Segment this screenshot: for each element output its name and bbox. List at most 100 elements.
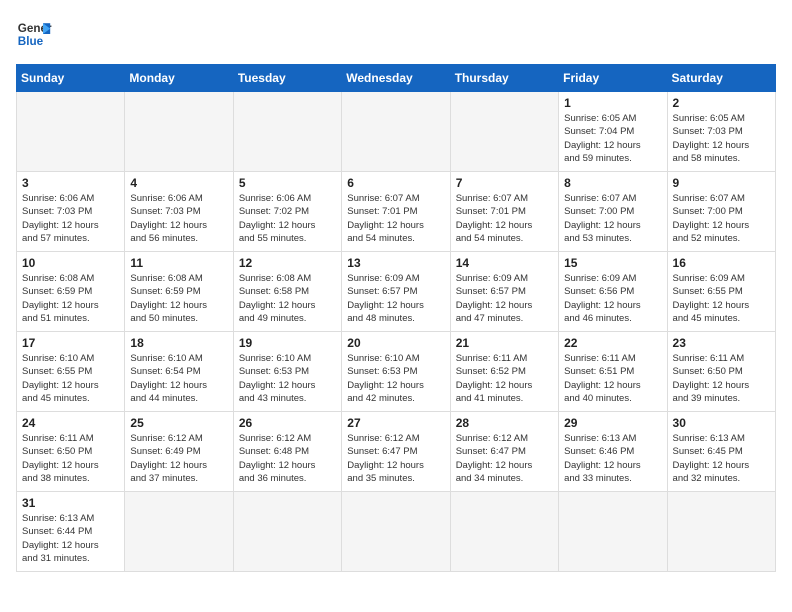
day-info: Sunrise: 6:06 AMSunset: 7:03 PMDaylight:… xyxy=(22,192,119,245)
calendar-cell xyxy=(233,492,341,572)
week-row-2: 3 Sunrise: 6:06 AMSunset: 7:03 PMDaylight… xyxy=(17,172,776,252)
calendar-cell: 14 Sunrise: 6:09 AMSunset: 6:57 PMDayligh… xyxy=(450,252,558,332)
day-number: 11 xyxy=(130,256,227,270)
calendar-cell: 3 Sunrise: 6:06 AMSunset: 7:03 PMDaylight… xyxy=(17,172,125,252)
day-number: 15 xyxy=(564,256,661,270)
day-number: 5 xyxy=(239,176,336,190)
day-number: 4 xyxy=(130,176,227,190)
day-info: Sunrise: 6:08 AMSunset: 6:59 PMDaylight:… xyxy=(22,272,119,325)
day-number: 29 xyxy=(564,416,661,430)
day-info: Sunrise: 6:10 AMSunset: 6:53 PMDaylight:… xyxy=(239,352,336,405)
day-info: Sunrise: 6:13 AMSunset: 6:45 PMDaylight:… xyxy=(673,432,770,485)
day-info: Sunrise: 6:13 AMSunset: 6:44 PMDaylight:… xyxy=(22,512,119,565)
day-info: Sunrise: 6:09 AMSunset: 6:56 PMDaylight:… xyxy=(564,272,661,325)
calendar-cell: 30 Sunrise: 6:13 AMSunset: 6:45 PMDayligh… xyxy=(667,412,775,492)
calendar-cell: 12Sunrise: 6:08 AMSunset: 6:58 PMDayligh… xyxy=(233,252,341,332)
calendar-table: SundayMondayTuesdayWednesdayThursdayFrid… xyxy=(16,64,776,572)
day-info: Sunrise: 6:12 AMSunset: 6:47 PMDaylight:… xyxy=(347,432,444,485)
weekday-header-wednesday: Wednesday xyxy=(342,65,450,92)
calendar-cell: 20Sunrise: 6:10 AMSunset: 6:53 PMDayligh… xyxy=(342,332,450,412)
weekday-header-saturday: Saturday xyxy=(667,65,775,92)
day-number: 3 xyxy=(22,176,119,190)
day-number: 17 xyxy=(22,336,119,350)
day-info: Sunrise: 6:07 AMSunset: 7:00 PMDaylight:… xyxy=(564,192,661,245)
day-number: 30 xyxy=(673,416,770,430)
day-number: 9 xyxy=(673,176,770,190)
calendar-cell: 5 Sunrise: 6:06 AMSunset: 7:02 PMDaylight… xyxy=(233,172,341,252)
calendar-cell: 26 Sunrise: 6:12 AMSunset: 6:48 PMDayligh… xyxy=(233,412,341,492)
day-number: 19 xyxy=(239,336,336,350)
calendar-cell: 24 Sunrise: 6:11 AMSunset: 6:50 PMDayligh… xyxy=(17,412,125,492)
day-info: Sunrise: 6:11 AMSunset: 6:50 PMDaylight:… xyxy=(22,432,119,485)
calendar-cell: 17 Sunrise: 6:10 AMSunset: 6:55 PMDayligh… xyxy=(17,332,125,412)
calendar-cell: 1Sunrise: 6:05 AMSunset: 7:04 PMDaylight… xyxy=(559,92,667,172)
day-number: 13 xyxy=(347,256,444,270)
calendar-cell: 10 Sunrise: 6:08 AMSunset: 6:59 PMDayligh… xyxy=(17,252,125,332)
day-number: 16 xyxy=(673,256,770,270)
day-number: 6 xyxy=(347,176,444,190)
day-number: 10 xyxy=(22,256,119,270)
day-info: Sunrise: 6:05 AMSunset: 7:03 PMDaylight:… xyxy=(673,112,770,165)
calendar-cell xyxy=(125,492,233,572)
calendar-cell xyxy=(667,492,775,572)
calendar-cell xyxy=(342,492,450,572)
calendar-cell xyxy=(125,92,233,172)
week-row-4: 17 Sunrise: 6:10 AMSunset: 6:55 PMDayligh… xyxy=(17,332,776,412)
day-number: 18 xyxy=(130,336,227,350)
day-info: Sunrise: 6:12 AMSunset: 6:48 PMDaylight:… xyxy=(239,432,336,485)
day-number: 24 xyxy=(22,416,119,430)
day-info: Sunrise: 6:09 AMSunset: 6:55 PMDaylight:… xyxy=(673,272,770,325)
day-number: 31 xyxy=(22,496,119,510)
day-number: 8 xyxy=(564,176,661,190)
calendar-cell xyxy=(559,492,667,572)
day-info: Sunrise: 6:09 AMSunset: 6:57 PMDaylight:… xyxy=(456,272,553,325)
calendar-cell: 15 Sunrise: 6:09 AMSunset: 6:56 PMDayligh… xyxy=(559,252,667,332)
day-number: 21 xyxy=(456,336,553,350)
calendar-cell: 18Sunrise: 6:10 AMSunset: 6:54 PMDayligh… xyxy=(125,332,233,412)
svg-text:Blue: Blue xyxy=(18,35,44,48)
week-row-5: 24 Sunrise: 6:11 AMSunset: 6:50 PMDayligh… xyxy=(17,412,776,492)
week-row-6: 31 Sunrise: 6:13 AMSunset: 6:44 PMDayligh… xyxy=(17,492,776,572)
calendar-cell: 25 Sunrise: 6:12 AMSunset: 6:49 PMDayligh… xyxy=(125,412,233,492)
day-info: Sunrise: 6:08 AMSunset: 6:59 PMDaylight:… xyxy=(130,272,227,325)
day-info: Sunrise: 6:11 AMSunset: 6:50 PMDaylight:… xyxy=(673,352,770,405)
day-info: Sunrise: 6:10 AMSunset: 6:55 PMDaylight:… xyxy=(22,352,119,405)
calendar-cell xyxy=(17,92,125,172)
logo: General Blue xyxy=(16,16,52,52)
calendar-cell: 6 Sunrise: 6:07 AMSunset: 7:01 PMDaylight… xyxy=(342,172,450,252)
day-number: 14 xyxy=(456,256,553,270)
day-info: Sunrise: 6:07 AMSunset: 7:01 PMDaylight:… xyxy=(347,192,444,245)
day-info: Sunrise: 6:06 AMSunset: 7:02 PMDaylight:… xyxy=(239,192,336,245)
calendar-cell: 16 Sunrise: 6:09 AMSunset: 6:55 PMDayligh… xyxy=(667,252,775,332)
day-number: 22 xyxy=(564,336,661,350)
day-info: Sunrise: 6:09 AMSunset: 6:57 PMDaylight:… xyxy=(347,272,444,325)
day-info: Sunrise: 6:12 AMSunset: 6:49 PMDaylight:… xyxy=(130,432,227,485)
day-info: Sunrise: 6:06 AMSunset: 7:03 PMDaylight:… xyxy=(130,192,227,245)
weekday-header-tuesday: Tuesday xyxy=(233,65,341,92)
calendar-cell xyxy=(450,492,558,572)
calendar-cell: 11 Sunrise: 6:08 AMSunset: 6:59 PMDayligh… xyxy=(125,252,233,332)
calendar-cell: 2Sunrise: 6:05 AMSunset: 7:03 PMDaylight… xyxy=(667,92,775,172)
calendar-cell xyxy=(233,92,341,172)
calendar-cell: 23Sunrise: 6:11 AMSunset: 6:50 PMDayligh… xyxy=(667,332,775,412)
day-number: 28 xyxy=(456,416,553,430)
weekday-header-friday: Friday xyxy=(559,65,667,92)
calendar-cell: 29 Sunrise: 6:13 AMSunset: 6:46 PMDayligh… xyxy=(559,412,667,492)
weekday-header-thursday: Thursday xyxy=(450,65,558,92)
page-header: General Blue xyxy=(16,16,776,52)
day-info: Sunrise: 6:10 AMSunset: 6:53 PMDaylight:… xyxy=(347,352,444,405)
day-info: Sunrise: 6:12 AMSunset: 6:47 PMDaylight:… xyxy=(456,432,553,485)
day-number: 27 xyxy=(347,416,444,430)
calendar-cell: 21 Sunrise: 6:11 AMSunset: 6:52 PMDayligh… xyxy=(450,332,558,412)
day-number: 1 xyxy=(564,96,661,110)
calendar-cell: 7Sunrise: 6:07 AMSunset: 7:01 PMDaylight… xyxy=(450,172,558,252)
day-info: Sunrise: 6:13 AMSunset: 6:46 PMDaylight:… xyxy=(564,432,661,485)
day-info: Sunrise: 6:11 AMSunset: 6:51 PMDaylight:… xyxy=(564,352,661,405)
calendar-cell xyxy=(342,92,450,172)
day-number: 25 xyxy=(130,416,227,430)
day-number: 26 xyxy=(239,416,336,430)
week-row-3: 10 Sunrise: 6:08 AMSunset: 6:59 PMDayligh… xyxy=(17,252,776,332)
calendar-cell: 31 Sunrise: 6:13 AMSunset: 6:44 PMDayligh… xyxy=(17,492,125,572)
day-number: 7 xyxy=(456,176,553,190)
day-info: Sunrise: 6:11 AMSunset: 6:52 PMDaylight:… xyxy=(456,352,553,405)
